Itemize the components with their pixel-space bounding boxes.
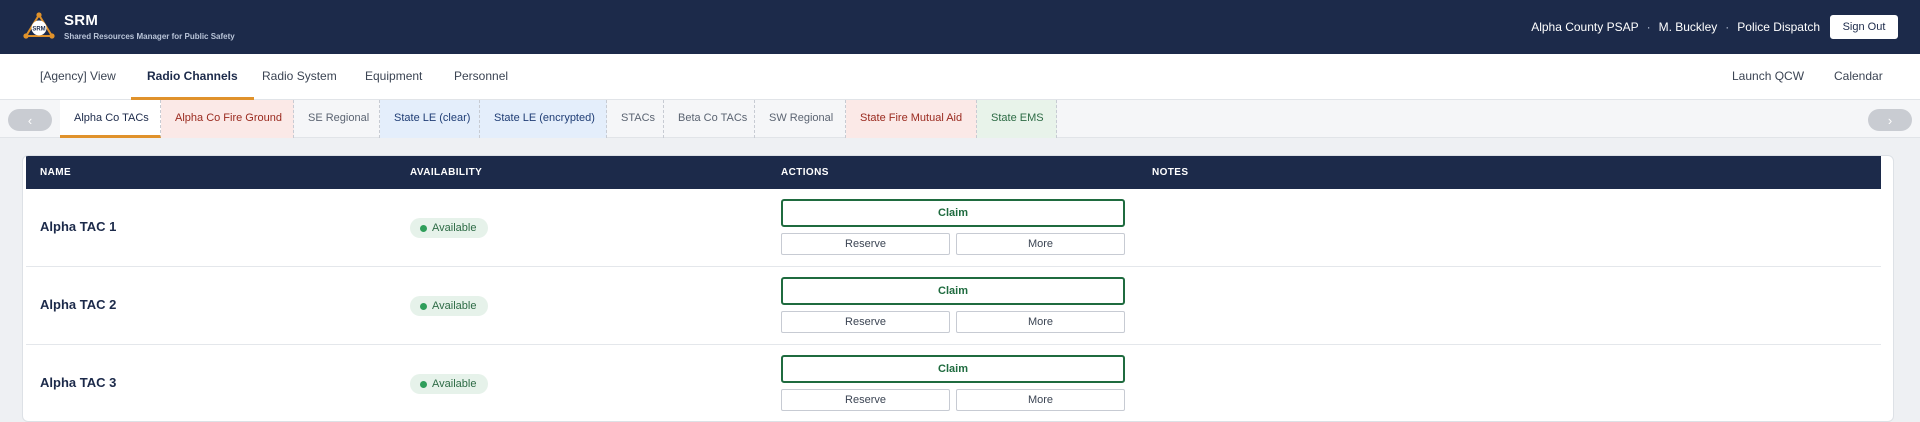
channel-table: NAME AVAILABILITY ACTIONS NOTES Alpha TA…: [22, 155, 1894, 422]
tab-state-le-clear[interactable]: State LE (clear): [380, 100, 480, 138]
status-text: Available: [432, 222, 477, 234]
more-button[interactable]: More: [956, 233, 1125, 255]
tab-alpha-co-fire-ground[interactable]: Alpha Co Fire Ground: [161, 100, 294, 138]
status-text: Available: [432, 378, 477, 390]
tab-state-le-encrypted[interactable]: State LE (encrypted): [480, 100, 607, 138]
user-name: M. Buckley: [1658, 20, 1718, 34]
tab-sw-regional[interactable]: SW Regional: [755, 100, 846, 138]
chevron-right-icon: ›: [1887, 112, 1893, 128]
srm-logo-icon: SRM: [23, 12, 55, 39]
nav-item-personnel[interactable]: Personnel: [438, 54, 524, 100]
status-badge: Available: [410, 218, 489, 238]
nav-item-launch-qcw[interactable]: Launch QCW: [1716, 54, 1820, 100]
column-header-notes: NOTES: [1152, 167, 1189, 178]
column-header-actions: ACTIONS: [781, 167, 829, 178]
separator: ·: [1646, 20, 1651, 34]
separator: ·: [1725, 20, 1730, 34]
tab-alpha-co-tacs[interactable]: Alpha Co TACs: [60, 100, 161, 138]
org-name: Alpha County PSAP: [1531, 20, 1639, 34]
table-row: Alpha TAC 3 Available Claim Reserve More: [26, 345, 1881, 421]
nav-item-agency-view[interactable]: [Agency] View: [24, 54, 132, 100]
tab-se-regional[interactable]: SE Regional: [294, 100, 380, 138]
brand-subtitle: Shared Resources Manager for Public Safe…: [64, 32, 235, 41]
more-button[interactable]: More: [956, 311, 1125, 333]
status-dot-icon: [420, 302, 427, 310]
status-text: Available: [432, 300, 477, 312]
brand-title: SRM: [64, 12, 99, 29]
tab-state-ems[interactable]: State EMS: [977, 100, 1057, 138]
nav-item-radio-channels[interactable]: Radio Channels: [131, 54, 254, 100]
scroll-left-button[interactable]: ‹: [8, 109, 52, 131]
reserve-button[interactable]: Reserve: [781, 311, 950, 333]
nav-item-equipment[interactable]: Equipment: [349, 54, 438, 100]
reserve-button[interactable]: Reserve: [781, 389, 950, 411]
channel-group-tabs: ‹ Alpha Co TACs Alpha Co Fire Ground SE …: [0, 100, 1920, 138]
status-badge: Available: [410, 296, 489, 316]
main-nav: [Agency] View Radio Channels Radio Syste…: [0, 54, 1920, 100]
status-dot-icon: [420, 380, 427, 388]
channel-name: Alpha TAC 1: [40, 219, 117, 234]
tab-beta-co-tacs[interactable]: Beta Co TACs: [664, 100, 755, 138]
tab-state-fire-mutual-aid[interactable]: State Fire Mutual Aid: [846, 100, 977, 138]
sign-out-button[interactable]: Sign Out: [1830, 15, 1898, 39]
claim-button[interactable]: Claim: [781, 199, 1125, 227]
column-header-availability: AVAILABILITY: [410, 167, 483, 178]
table-row: Alpha TAC 1 Available Claim Reserve More: [26, 189, 1881, 267]
status-dot-icon: [420, 224, 427, 232]
channel-name: Alpha TAC 2: [40, 297, 117, 312]
reserve-button[interactable]: Reserve: [781, 233, 950, 255]
logo-text: SRM: [32, 27, 45, 33]
claim-button[interactable]: Claim: [781, 355, 1125, 383]
column-header-name: NAME: [40, 167, 72, 178]
app-header: SRM SRM Shared Resources Manager for Pub…: [0, 0, 1920, 54]
user-role: Police Dispatch: [1737, 20, 1820, 34]
channel-name: Alpha TAC 3: [40, 375, 117, 390]
table-header: NAME AVAILABILITY ACTIONS NOTES: [26, 156, 1881, 189]
user-info: Alpha County PSAP · M. Buckley · Police …: [1531, 20, 1820, 34]
table-row: Alpha TAC 2 Available Claim Reserve More: [26, 267, 1881, 345]
nav-item-calendar[interactable]: Calendar: [1818, 54, 1899, 100]
more-button[interactable]: More: [956, 389, 1125, 411]
claim-button[interactable]: Claim: [781, 277, 1125, 305]
tab-stacs[interactable]: STACs: [607, 100, 664, 138]
nav-item-radio-system[interactable]: Radio System: [246, 54, 353, 100]
status-badge: Available: [410, 374, 489, 394]
scroll-right-button[interactable]: ›: [1868, 109, 1912, 131]
chevron-left-icon: ‹: [27, 112, 33, 128]
